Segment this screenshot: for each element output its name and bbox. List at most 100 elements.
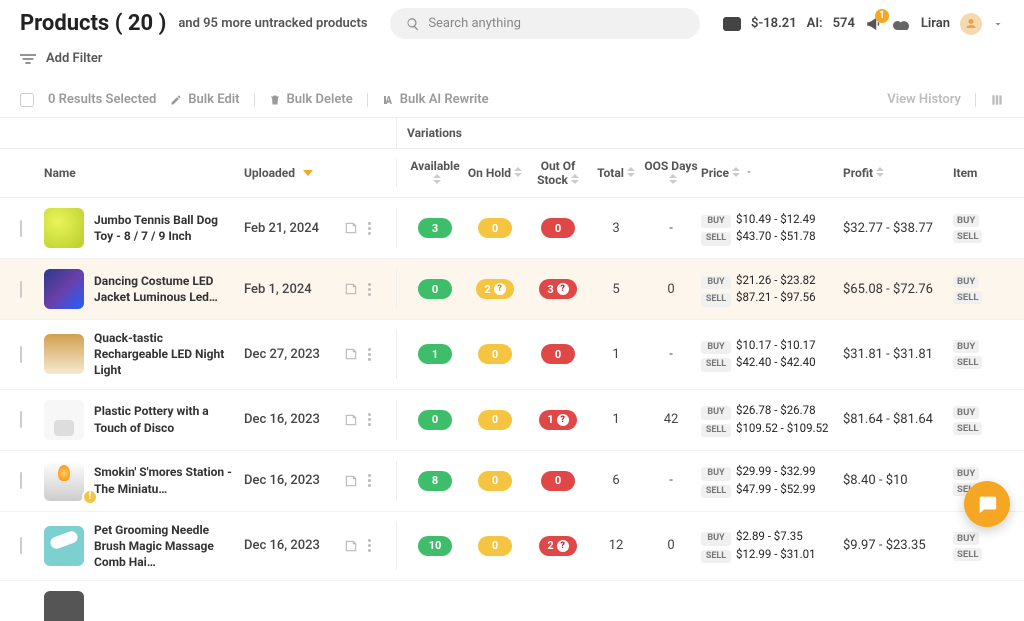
row-checkbox[interactable] [20,281,22,298]
table-row[interactable]: Quack-tastic Rechargeable LED Night Ligh… [0,320,1024,390]
total-value: 5 [591,282,641,297]
col-name[interactable]: Name [44,166,244,180]
divider [975,93,976,107]
more-menu[interactable] [368,474,371,487]
col-available[interactable]: Available [405,159,465,187]
profit-value: $32.77 - $38.77 [843,221,953,236]
bulk-toolbar: 0 Results Selected Bulk Edit Bulk Delete… [0,82,1024,118]
on-hold-pill: 0 [478,344,512,364]
bulk-delete-button[interactable]: Bulk Delete [269,92,353,107]
ai-icon [382,94,394,106]
trash-icon [269,94,281,106]
oos-pill: 0 [541,471,575,491]
col-item[interactable]: Item [953,166,993,180]
divider [254,93,255,107]
table-row[interactable]: Plastic Pottery with a Touch of Disco De… [0,390,1024,451]
product-name[interactable]: Smokin' S'mores Station - The Miniatu… [94,464,244,496]
cloud-icon[interactable] [893,17,911,31]
filter-icon [20,53,36,65]
table-row[interactable]: ! Smokin' S'mores Station - The Miniatu…… [0,451,1024,512]
product-thumb [44,400,84,440]
on-hold-pill: 0 [478,471,512,491]
col-total[interactable]: Total [591,166,641,180]
more-menu[interactable] [368,222,371,235]
note-icon[interactable] [344,282,358,296]
row-checkbox[interactable] [20,537,22,554]
avatar[interactable] [960,13,982,35]
col-on-hold[interactable]: On Hold [465,166,525,180]
note-icon[interactable] [344,474,358,488]
table-row[interactable]: Dancing Costume LED Jacket Luminous Led…… [0,259,1024,320]
wallet-icon[interactable] [723,17,741,31]
oos-pill: 3 ? [539,279,576,299]
item-cell: BUY SELL [953,338,993,370]
price-cell: BUY$2.89 - $7.35 SELL$12.99 - $31.01 [701,528,843,563]
total-value: 1 [591,412,641,427]
notifications-button[interactable]: 1 [865,15,883,33]
on-hold-pill: 0 [478,410,512,430]
available-pill: 10 [418,536,452,556]
total-value: 1 [591,347,641,362]
username: Liran [921,16,950,31]
chevron-down-icon[interactable] [992,18,1004,30]
column-picker-icon[interactable] [990,93,1004,107]
table-body: Jumbo Tennis Ball Dog Toy - 8 / 7 / 9 In… [0,198,1024,581]
note-icon[interactable] [344,347,358,361]
table-row[interactable]: Pet Grooming Needle Brush Magic Massage … [0,512,1024,582]
ai-label: AI: [807,16,823,31]
price-cell: BUY$29.99 - $32.99 SELL$47.99 - $52.99 [701,463,843,498]
product-name[interactable]: Pet Grooming Needle Brush Magic Massage … [94,522,244,571]
select-all-checkbox[interactable] [20,93,34,107]
view-history-button[interactable]: View History [887,92,961,107]
product-thumb [44,334,84,374]
note-icon[interactable] [344,413,358,427]
bulk-ai-button[interactable]: Bulk AI Rewrite [382,92,489,107]
table-row[interactable]: Jumbo Tennis Ball Dog Toy - 8 / 7 / 9 In… [0,198,1024,259]
row-checkbox[interactable] [20,346,22,363]
available-pill: 8 [418,471,452,491]
search-input[interactable]: Search anything [390,8,700,39]
col-profit[interactable]: Profit [843,166,953,180]
col-out-of-stock[interactable]: Out Of Stock [525,159,591,187]
on-hold-pill: 0 [478,218,512,238]
row-checkbox[interactable] [20,411,22,428]
bulk-edit-button[interactable]: Bulk Edit [170,92,239,107]
col-uploaded[interactable]: Uploaded [244,166,344,180]
row-checkbox[interactable] [20,220,22,237]
row-checkbox[interactable] [20,472,22,489]
uploaded-date: Dec 16, 2023 [244,412,344,427]
add-filter-button[interactable]: Add Filter [46,51,103,66]
product-name[interactable]: Quack-tastic Rechargeable LED Night Ligh… [94,330,244,379]
item-cell: BUY SELL [953,404,993,436]
profit-value: $81.64 - $81.64 [843,412,953,427]
more-menu[interactable] [368,348,371,361]
product-name[interactable]: Plastic Pottery with a Touch of Disco [94,403,244,435]
total-value: 3 [591,221,641,236]
balance-value: $-18.21 [751,16,797,31]
top-right: $-18.21 AI: 574 1 Liran [723,13,1004,35]
oos-pill: 0 [541,344,575,364]
col-oos-days[interactable]: OOS Days [641,159,701,187]
chat-button[interactable] [964,481,1010,527]
note-icon[interactable] [344,221,358,235]
more-menu[interactable] [368,413,371,426]
item-cell: BUY SELL [953,273,993,305]
product-thumb [44,461,84,501]
profit-value: $31.81 - $31.81 [843,347,953,362]
product-name[interactable]: Jumbo Tennis Ball Dog Toy - 8 / 7 / 9 In… [94,212,244,244]
product-name[interactable]: Dancing Costume LED Jacket Luminous Led… [94,273,244,305]
col-price[interactable]: Price [701,166,843,180]
product-thumb [44,591,84,621]
more-menu[interactable] [368,539,371,552]
oos-days-value: - [641,473,701,488]
chevron-down-icon [744,167,754,177]
filter-row: Add Filter [0,47,1024,82]
top-bar: Products ( 20 ) and 95 more untracked pr… [0,0,1024,47]
more-menu[interactable] [368,283,371,296]
product-thumb [44,269,84,309]
uploaded-date: Dec 16, 2023 [244,473,344,488]
oos-days-value: 42 [641,412,701,427]
available-pill: 0 [418,410,452,430]
on-hold-pill: 0 [478,536,512,556]
page-title: Products ( 20 ) [20,11,166,36]
